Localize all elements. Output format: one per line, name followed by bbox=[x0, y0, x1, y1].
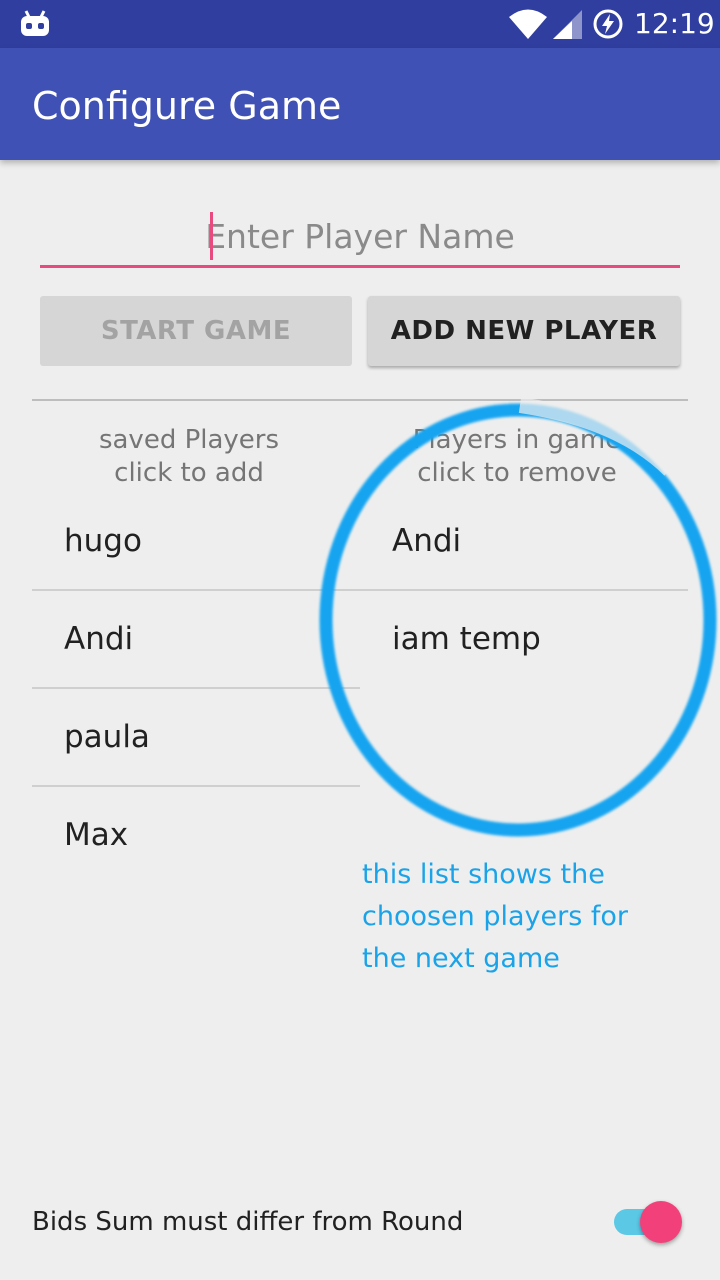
app-bar: Configure Game bbox=[0, 48, 720, 160]
game-player-item[interactable]: iam temp bbox=[360, 591, 688, 687]
annotation-line: choosen players for bbox=[362, 901, 629, 932]
switch-thumb bbox=[640, 1201, 682, 1243]
players-in-game-header: Players in game click to remove bbox=[361, 424, 673, 490]
saved-player-item[interactable]: paula bbox=[32, 689, 360, 785]
annotation-line: this list shows the bbox=[362, 859, 605, 890]
game-player-item[interactable]: Andi bbox=[360, 493, 688, 589]
saved-player-item[interactable]: Andi bbox=[32, 591, 360, 687]
signal-icon bbox=[552, 8, 584, 44]
annotation-line: the next game bbox=[362, 943, 560, 974]
players-in-game-hint: click to remove bbox=[417, 458, 617, 488]
saved-players-hint: click to add bbox=[114, 458, 264, 488]
bids-rule-label: Bids Sum must differ from Round bbox=[32, 1207, 464, 1237]
player-name-input[interactable] bbox=[40, 208, 680, 268]
divider bbox=[32, 399, 688, 401]
page-title: Configure Game bbox=[32, 84, 342, 128]
text-cursor bbox=[210, 212, 213, 260]
add-new-player-button[interactable]: ADD NEW PLAYER bbox=[368, 296, 680, 366]
battery-charging-icon bbox=[592, 8, 624, 44]
saved-player-item[interactable]: Max bbox=[32, 787, 360, 883]
saved-player-item[interactable]: hugo bbox=[32, 493, 360, 589]
status-bar: 12:19 bbox=[0, 0, 720, 48]
player-name-field bbox=[40, 208, 680, 270]
annotation-text: this list shows the choosen players for … bbox=[362, 854, 692, 980]
android-debug-icon bbox=[20, 10, 50, 42]
players-in-game-title: Players in game bbox=[412, 425, 622, 455]
wifi-icon bbox=[508, 8, 548, 44]
start-game-button[interactable]: START GAME bbox=[40, 296, 352, 366]
saved-players-header: saved Players click to add bbox=[33, 424, 345, 490]
bids-rule-switch[interactable] bbox=[610, 1200, 686, 1244]
status-time: 12:19 bbox=[634, 7, 715, 40]
saved-players-title: saved Players bbox=[98, 425, 280, 455]
